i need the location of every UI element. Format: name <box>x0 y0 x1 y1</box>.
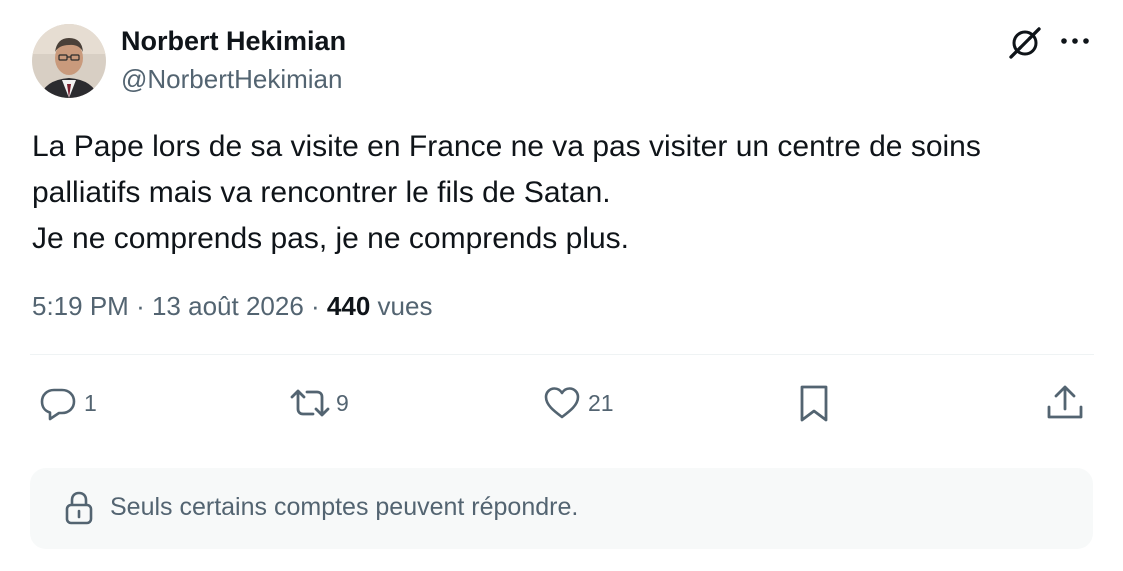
bookmark-icon <box>800 385 828 422</box>
avatar[interactable] <box>32 24 106 98</box>
repost-button[interactable]: 9 <box>288 383 349 423</box>
reply-restriction-notice: Seuls certains comptes peuvent répondre. <box>30 468 1093 549</box>
share-button[interactable] <box>1045 383 1085 423</box>
lock-icon <box>65 491 93 525</box>
bookmark-button[interactable] <box>796 383 832 423</box>
author-name[interactable]: Norbert Hekimian <box>121 26 346 57</box>
views-label: vues <box>377 291 433 321</box>
heart-icon <box>544 387 580 419</box>
views-count: 440 <box>326 291 371 321</box>
like-button[interactable]: 21 <box>542 383 614 423</box>
tweet-time[interactable]: 5:19 PM <box>32 291 129 321</box>
share-icon <box>1047 385 1083 419</box>
reply-count: 1 <box>84 389 97 416</box>
divider <box>30 354 1094 355</box>
repost-icon <box>290 389 330 417</box>
tweet-line: Je ne comprends pas, je ne comprends plu… <box>32 222 629 255</box>
repost-count: 9 <box>336 389 349 416</box>
tweet-line: palliatifs mais va rencontrer le fils de… <box>32 176 611 209</box>
like-count: 21 <box>588 389 614 416</box>
grok-icon[interactable] <box>1006 24 1044 62</box>
reply-button[interactable]: 1 <box>38 383 97 423</box>
separator: · <box>136 291 145 321</box>
tweet-meta: 5:19 PM · 13 août 2026 · 440 vues <box>32 291 432 322</box>
tweet-date[interactable]: 13 août 2026 <box>152 291 304 321</box>
separator: · <box>311 291 320 321</box>
tweet-line: La Pape lors de sa visite en France ne v… <box>32 130 981 163</box>
reply-restriction-text: Seuls certains comptes peuvent répondre. <box>110 493 579 521</box>
reply-icon <box>40 388 76 421</box>
more-options-icon[interactable] <box>1058 26 1092 56</box>
author-handle[interactable]: @NorbertHekimian <box>121 64 342 95</box>
tweet-text: La Pape lors de sa visite en France ne v… <box>32 124 1102 262</box>
